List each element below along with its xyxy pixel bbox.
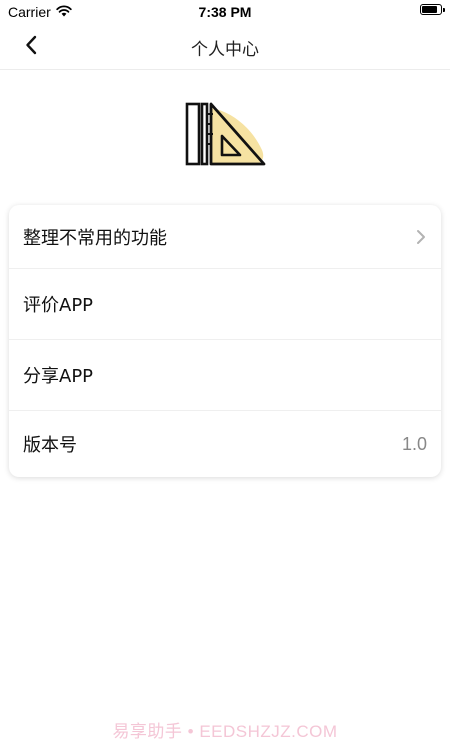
menu-item-label: 分享APP (23, 366, 94, 387)
menu-item-label: 版本号 (23, 435, 77, 456)
menu-item-share-app[interactable]: 分享APP (9, 340, 441, 411)
profile-page: Carrier 7:38 PM 个人中心 整理不常用的功能 评价APP 分享AP… (0, 0, 450, 750)
ruler-set-square-icon (182, 98, 270, 174)
status-right (420, 4, 445, 15)
menu-item-version: 版本号 1.0 (9, 411, 441, 477)
version-value: 1.0 (401, 433, 427, 454)
menu-item-label: 整理不常用的功能 (23, 227, 167, 249)
page-title: 个人中心 (191, 40, 259, 60)
status-bar: Carrier 7:38 PM (0, 0, 450, 24)
chevron-right-icon (415, 228, 427, 246)
battery-level-fill (422, 6, 437, 13)
status-time: 7:38 PM (198, 4, 252, 20)
settings-card: 整理不常用的功能 评价APP 分享APP 版本号 1.0 (9, 205, 441, 477)
navigation-bar: 个人中心 (0, 24, 450, 70)
battery-icon (420, 4, 445, 15)
menu-item-organize-features[interactable]: 整理不常用的功能 (9, 205, 441, 269)
watermark-text: 易享助手 • EEDSHZJZ.COM (112, 722, 338, 741)
menu-item-rate-app[interactable]: 评价APP (9, 269, 441, 340)
menu-item-label: 评价APP (23, 295, 94, 316)
